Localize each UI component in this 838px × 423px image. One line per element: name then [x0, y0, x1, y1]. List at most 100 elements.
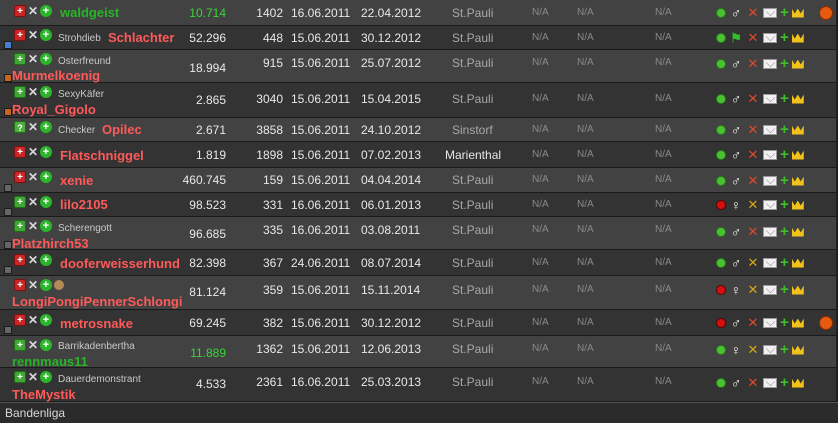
- promote-icon[interactable]: +: [40, 121, 52, 133]
- add-friend-icon[interactable]: +: [780, 315, 789, 330]
- member-name[interactable]: rennmaus11: [12, 354, 88, 369]
- delete-icon[interactable]: ✕: [28, 196, 38, 208]
- delete-icon[interactable]: ✕: [28, 146, 38, 158]
- add-friend-icon[interactable]: +: [780, 224, 789, 239]
- member-name[interactable]: dooferweisserhund: [60, 256, 180, 271]
- promote-icon[interactable]: +: [40, 5, 52, 17]
- promote-icon[interactable]: +: [40, 29, 52, 41]
- mail-icon[interactable]: [763, 258, 777, 268]
- member-name[interactable]: Murmelkoenig: [12, 68, 100, 83]
- fight-icon[interactable]: ✕: [746, 6, 760, 20]
- fight-icon[interactable]: ✕: [746, 225, 760, 239]
- fight-icon[interactable]: ✕: [746, 376, 760, 390]
- kick-icon[interactable]: +: [14, 171, 26, 183]
- promote-icon[interactable]: +: [40, 53, 52, 65]
- member-name[interactable]: Schlachter: [108, 30, 174, 45]
- accept-icon[interactable]: +: [14, 339, 26, 351]
- crown-icon[interactable]: [791, 258, 804, 268]
- fight-icon[interactable]: ✕: [746, 31, 760, 45]
- delete-icon[interactable]: ✕: [28, 5, 38, 17]
- member-name[interactable]: lilo2105: [60, 197, 108, 212]
- kick-icon[interactable]: +: [14, 146, 26, 158]
- mail-icon[interactable]: [763, 33, 777, 43]
- fight-icon[interactable]: ✕: [746, 174, 760, 188]
- mail-icon[interactable]: [763, 59, 777, 69]
- crown-icon[interactable]: [791, 227, 804, 237]
- crown-icon[interactable]: [791, 59, 804, 69]
- mail-icon[interactable]: [763, 150, 777, 160]
- promote-icon[interactable]: +: [40, 146, 52, 158]
- crown-icon[interactable]: [791, 378, 804, 388]
- accept-icon[interactable]: +: [14, 86, 26, 98]
- crown-icon[interactable]: [791, 318, 804, 328]
- delete-icon[interactable]: ✕: [28, 171, 38, 183]
- member-name[interactable]: waldgeist: [60, 5, 119, 20]
- mail-icon[interactable]: [763, 378, 777, 388]
- promote-icon[interactable]: +: [40, 196, 52, 208]
- fight-icon[interactable]: ✕: [746, 283, 760, 297]
- promote-icon[interactable]: +: [40, 279, 52, 291]
- crown-icon[interactable]: [791, 33, 804, 43]
- delete-icon[interactable]: ✕: [28, 53, 38, 65]
- delete-icon[interactable]: ✕: [28, 220, 38, 232]
- kick-icon[interactable]: +: [14, 279, 26, 291]
- delete-icon[interactable]: ✕: [28, 86, 38, 98]
- add-friend-icon[interactable]: +: [780, 56, 789, 71]
- fight-icon[interactable]: ✕: [746, 57, 760, 71]
- mail-icon[interactable]: [763, 285, 777, 295]
- add-friend-icon[interactable]: +: [780, 255, 789, 270]
- delete-icon[interactable]: ✕: [28, 121, 38, 133]
- crown-icon[interactable]: [791, 176, 804, 186]
- crown-icon[interactable]: [791, 285, 804, 295]
- add-friend-icon[interactable]: +: [780, 197, 789, 212]
- crown-icon[interactable]: [791, 125, 804, 135]
- mail-icon[interactable]: [763, 345, 777, 355]
- delete-icon[interactable]: ✕: [28, 279, 38, 291]
- delete-icon[interactable]: ✕: [28, 29, 38, 41]
- delete-icon[interactable]: ✕: [28, 314, 38, 326]
- member-name[interactable]: TheMystik: [12, 387, 76, 402]
- crown-icon[interactable]: [791, 200, 804, 210]
- mail-icon[interactable]: [763, 8, 777, 18]
- accept-icon[interactable]: +: [14, 371, 26, 383]
- promote-icon[interactable]: +: [40, 314, 52, 326]
- kick-icon[interactable]: +: [14, 29, 26, 41]
- member-name[interactable]: xenie: [60, 173, 93, 188]
- fight-icon[interactable]: ✕: [746, 148, 760, 162]
- add-friend-icon[interactable]: +: [780, 91, 789, 106]
- add-friend-icon[interactable]: +: [780, 5, 789, 20]
- add-friend-icon[interactable]: +: [780, 282, 789, 297]
- delete-icon[interactable]: ✕: [28, 339, 38, 351]
- member-name[interactable]: Platzhirch53: [12, 236, 89, 251]
- add-friend-icon[interactable]: +: [780, 173, 789, 188]
- kick-icon[interactable]: +: [14, 254, 26, 266]
- promote-icon[interactable]: +: [40, 339, 52, 351]
- mail-icon[interactable]: [763, 94, 777, 104]
- mail-icon[interactable]: [763, 200, 777, 210]
- fight-icon[interactable]: ✕: [746, 316, 760, 330]
- mail-icon[interactable]: [763, 125, 777, 135]
- crown-icon[interactable]: [791, 8, 804, 18]
- help-icon[interactable]: ?: [14, 121, 26, 133]
- promote-icon[interactable]: +: [40, 220, 52, 232]
- mail-icon[interactable]: [763, 318, 777, 328]
- accept-icon[interactable]: +: [14, 196, 26, 208]
- add-friend-icon[interactable]: +: [780, 30, 789, 45]
- add-friend-icon[interactable]: +: [780, 122, 789, 137]
- fight-icon[interactable]: ✕: [746, 198, 760, 212]
- crown-icon[interactable]: [791, 345, 804, 355]
- delete-icon[interactable]: ✕: [28, 371, 38, 383]
- member-name[interactable]: Royal_Gigolo: [12, 102, 96, 117]
- fight-icon[interactable]: ✕: [746, 92, 760, 106]
- kick-icon[interactable]: +: [14, 314, 26, 326]
- fight-icon[interactable]: ✕: [746, 343, 760, 357]
- fight-icon[interactable]: ✕: [746, 123, 760, 137]
- crown-icon[interactable]: [791, 150, 804, 160]
- member-name[interactable]: Flatschniggel: [60, 148, 144, 163]
- add-friend-icon[interactable]: +: [780, 147, 789, 162]
- fight-icon[interactable]: ✕: [746, 256, 760, 270]
- accept-icon[interactable]: +: [14, 220, 26, 232]
- member-name[interactable]: LongiPongiPennerSchlongi: [12, 294, 182, 309]
- promote-icon[interactable]: +: [40, 254, 52, 266]
- accept-icon[interactable]: +: [14, 53, 26, 65]
